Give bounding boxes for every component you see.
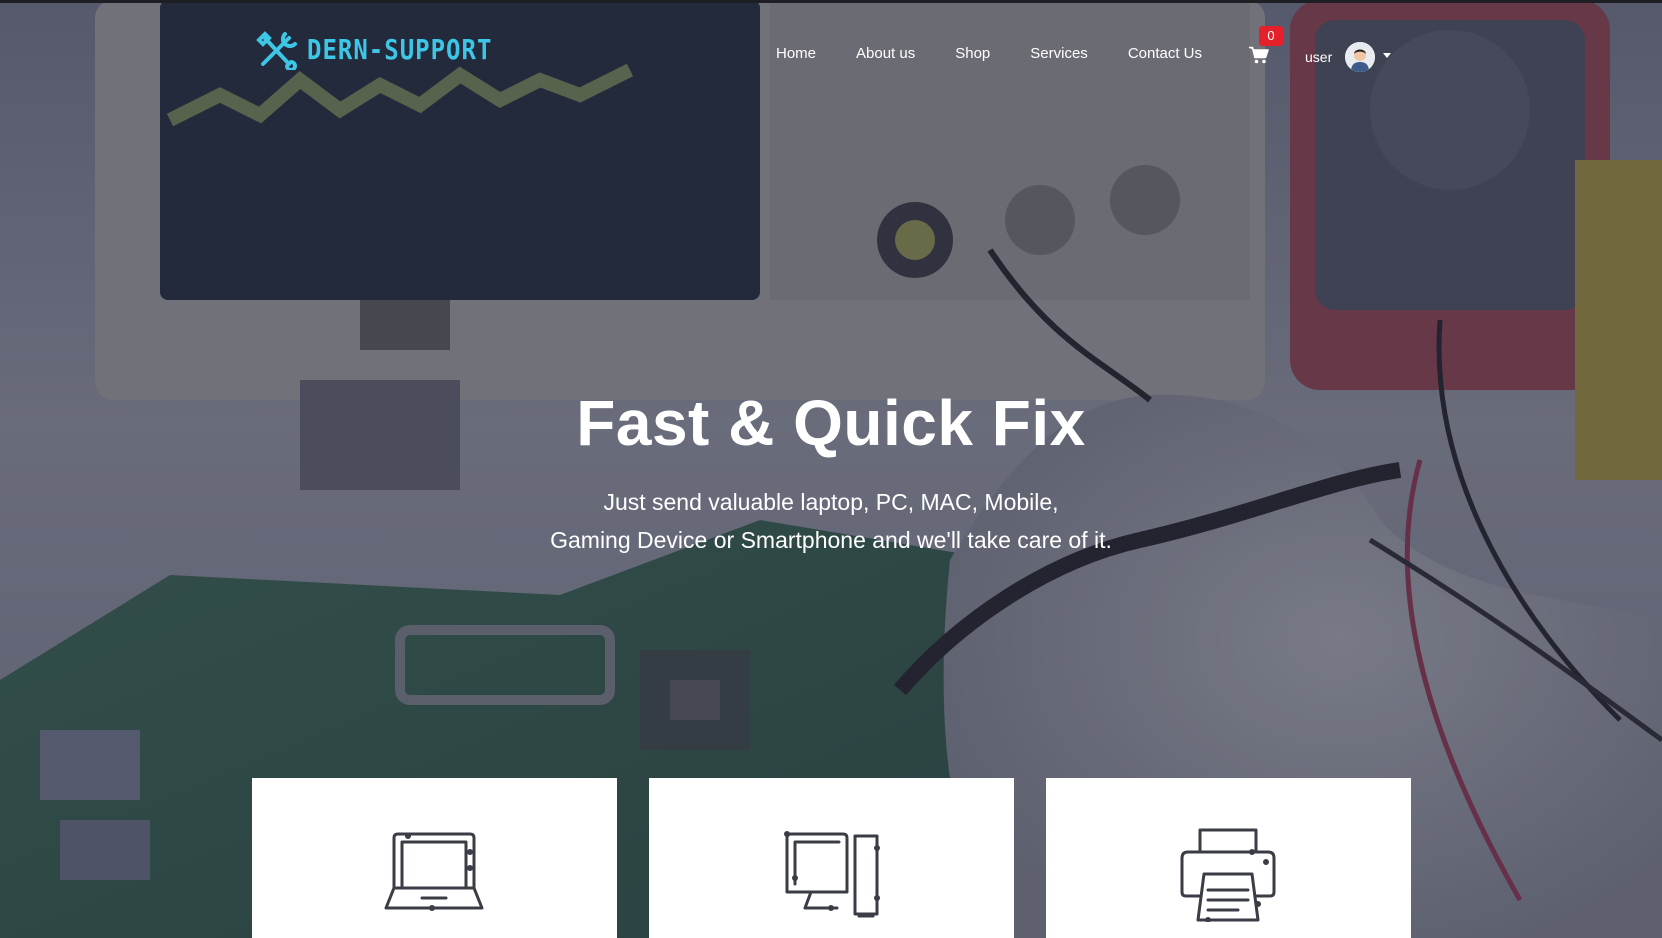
cart-count-badge: 0	[1259, 26, 1283, 46]
avatar-image	[1345, 42, 1375, 72]
nav-shop[interactable]: Shop	[955, 45, 990, 62]
user-avatar[interactable]	[1345, 42, 1375, 72]
brand-name: DERN-SUPPORT	[307, 33, 493, 67]
nav-links: Home About us Shop Services Contact Us	[776, 45, 1202, 62]
hero-subtitle-line-1: Just send valuable laptop, PC, MAC, Mobi…	[603, 489, 1059, 515]
wrench-screwdriver-icon	[256, 31, 297, 70]
brand-logo[interactable]: DERN-SUPPORT	[255, 30, 492, 70]
printer-icon	[1180, 828, 1276, 922]
hero-title: Fast & Quick Fix	[576, 387, 1086, 459]
nav-contact-us[interactable]: Contact Us	[1128, 45, 1202, 62]
user-label[interactable]: user	[1305, 49, 1332, 65]
page: DERN-SUPPORT Home About us Shop Services…	[0, 0, 1662, 938]
service-card-printer[interactable]	[1046, 778, 1411, 938]
cart-icon[interactable]	[1249, 46, 1269, 64]
nav-home[interactable]: Home	[776, 45, 816, 62]
hero-subtitle: Just send valuable laptop, PC, MAC, Mobi…	[0, 483, 1662, 559]
user-menu-caret-icon[interactable]	[1383, 53, 1391, 58]
service-card-desktop[interactable]	[649, 778, 1014, 938]
navbar: DERN-SUPPORT Home About us Shop Services…	[0, 0, 1662, 110]
service-card-laptop[interactable]	[252, 778, 617, 938]
nav-services[interactable]: Services	[1030, 45, 1088, 62]
hero-subtitle-line-2: Gaming Device or Smartphone and we'll ta…	[550, 527, 1112, 553]
desktop-tablet-icon	[784, 831, 880, 918]
nav-about-us[interactable]: About us	[856, 45, 915, 62]
laptop-icon	[384, 832, 484, 911]
